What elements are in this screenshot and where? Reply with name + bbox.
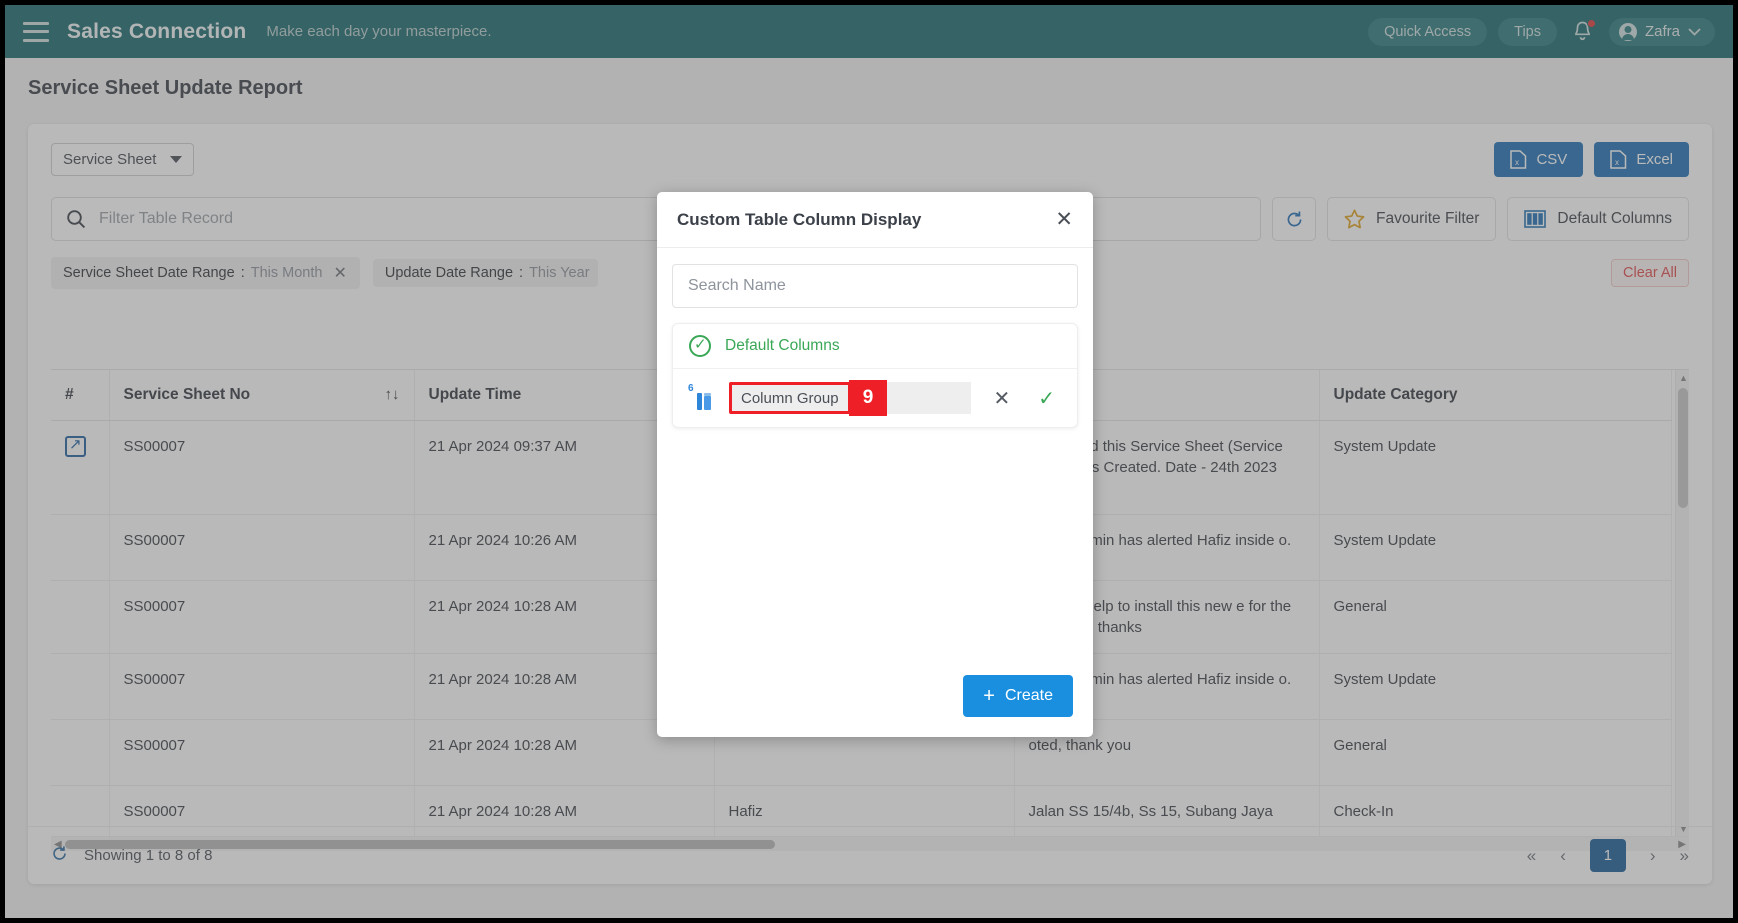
column-group-label: Default Columns [725, 337, 840, 354]
app-root: Sales Connection Make each day your mast… [0, 0, 1738, 923]
custom-table-column-display-modal: Custom Table Column Display ✕ Default Co… [657, 192, 1093, 737]
modal-footer: + Create [657, 675, 1093, 737]
close-icon[interactable]: ✕ [1055, 209, 1073, 230]
column-group-list: Default Columns 6 9 ✕ ✓ [672, 323, 1078, 428]
step-number-badge: 9 [849, 380, 887, 416]
confirm-rename-icon[interactable]: ✓ [1032, 386, 1061, 411]
cancel-rename-icon[interactable]: ✕ [985, 386, 1018, 411]
column-group-row-editing: 6 9 ✕ ✓ [673, 369, 1077, 427]
column-group-row-default[interactable]: Default Columns [673, 324, 1077, 369]
modal-title: Custom Table Column Display [677, 209, 922, 229]
create-button-label: Create [1004, 687, 1053, 704]
column-group-name-editor: 9 [729, 380, 972, 416]
column-group-name-input[interactable] [729, 382, 851, 414]
plus-icon: + [983, 685, 995, 707]
search-name-input[interactable] [672, 264, 1078, 308]
bar-chart-icon: 6 [688, 383, 715, 410]
check-circle-icon [689, 334, 711, 357]
modal-body: Default Columns 6 9 ✕ ✓ [657, 248, 1093, 675]
name-field-filler [887, 382, 972, 414]
bar-chart-badge: 6 [688, 383, 694, 394]
create-column-group-button[interactable]: + Create [963, 675, 1073, 717]
modal-header: Custom Table Column Display ✕ [657, 192, 1093, 248]
